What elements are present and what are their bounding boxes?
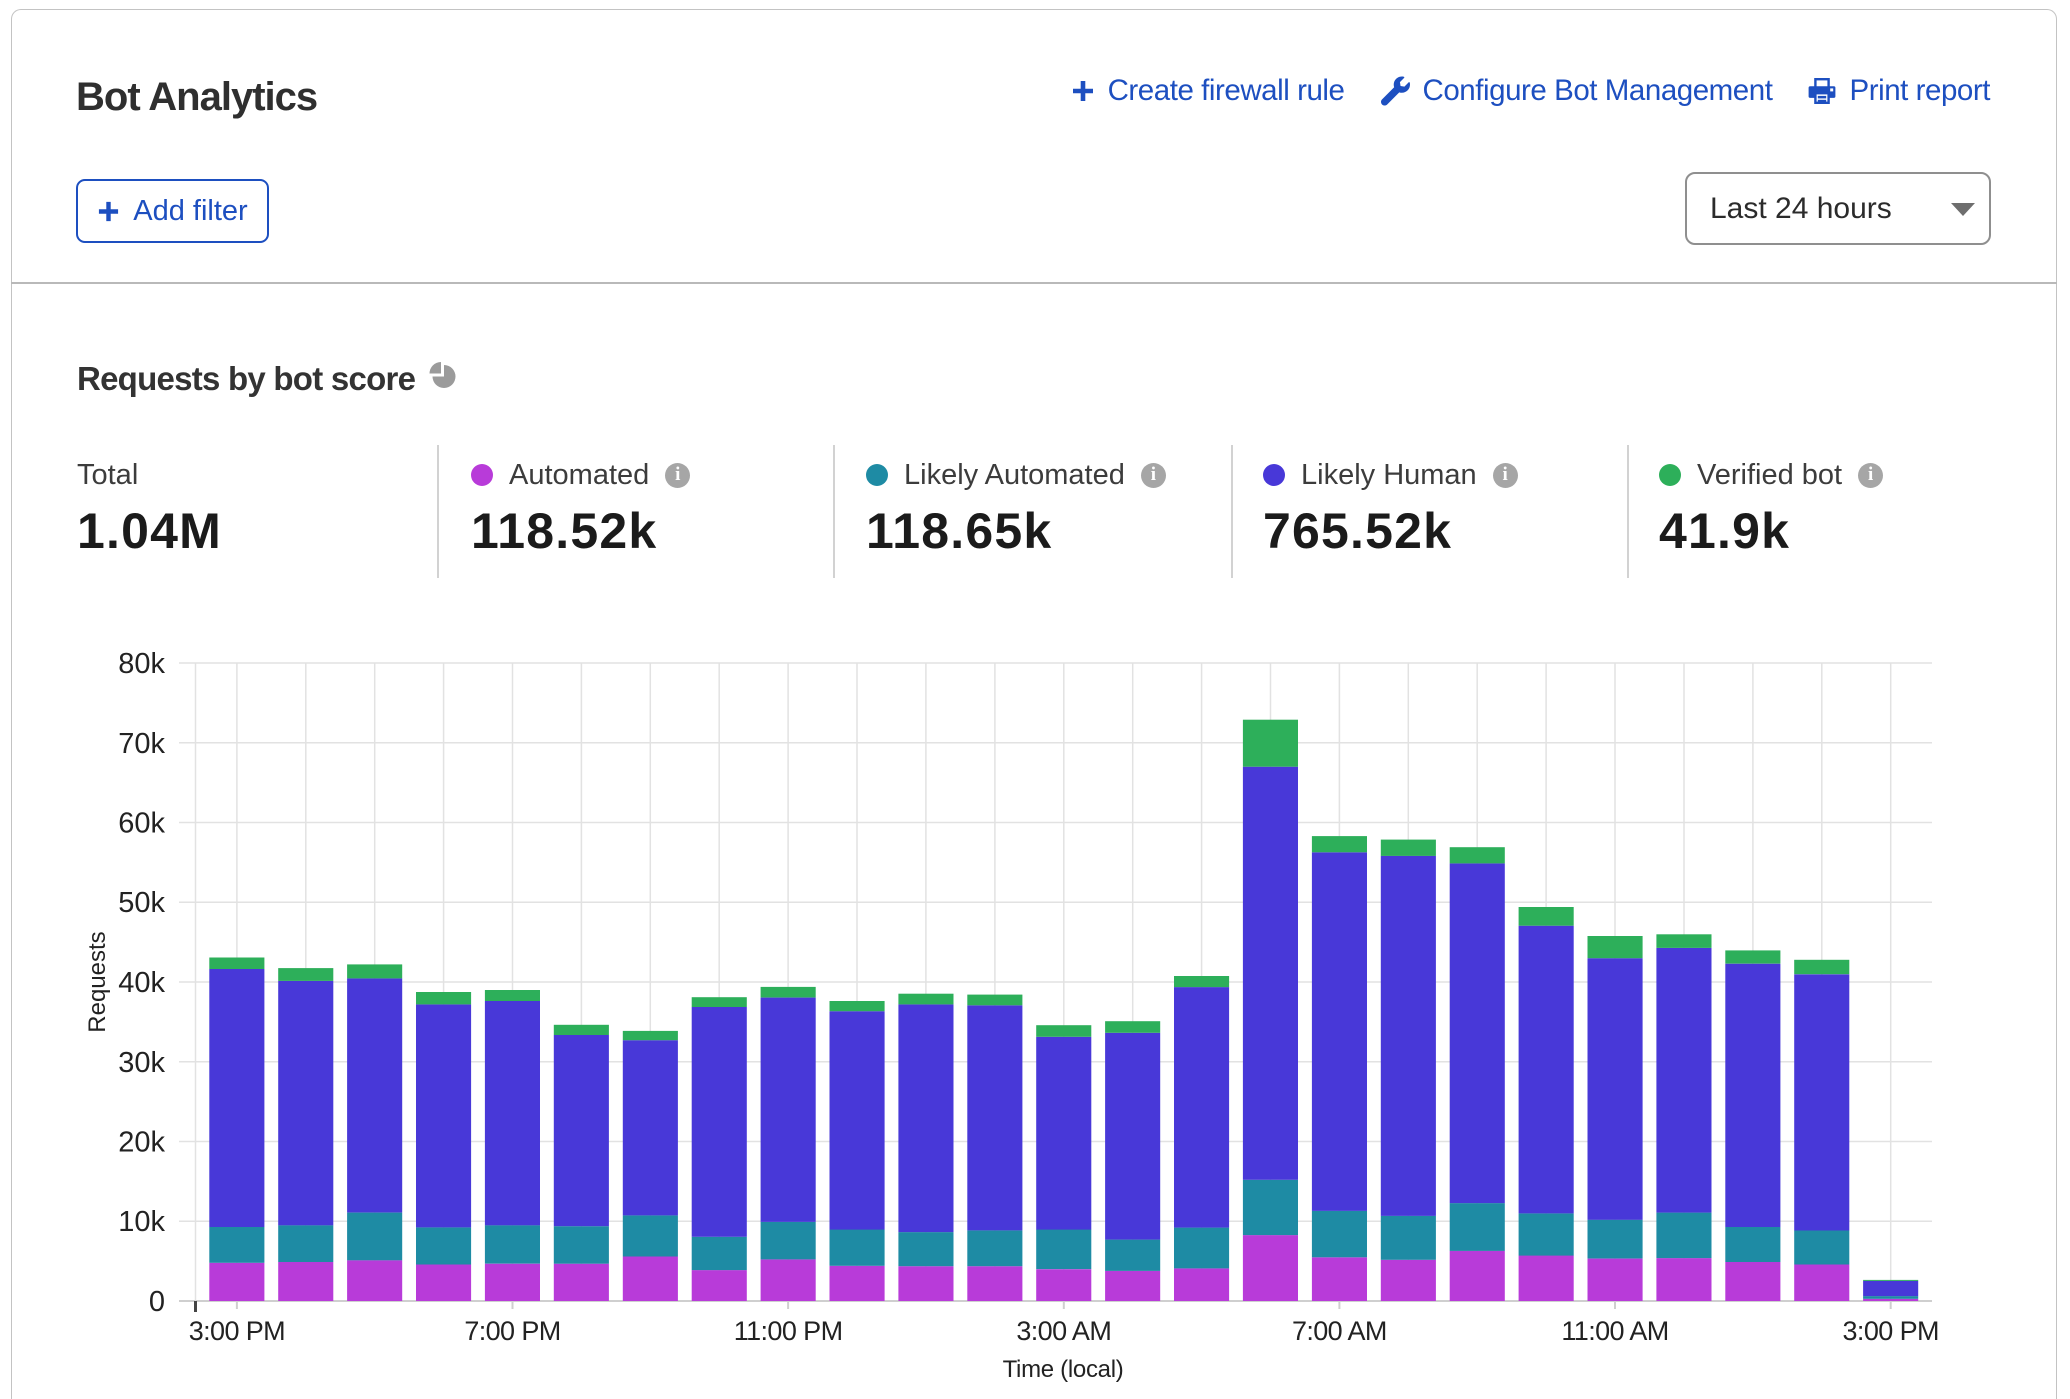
svg-text:7:00 AM: 7:00 AM xyxy=(1292,1316,1387,1346)
svg-text:11:00 PM: 11:00 PM xyxy=(734,1316,843,1346)
svg-text:80k: 80k xyxy=(118,648,165,680)
svg-text:20k: 20k xyxy=(118,1127,165,1159)
svg-text:40k: 40k xyxy=(118,967,165,999)
svg-text:60k: 60k xyxy=(118,808,165,840)
svg-text:3:00 PM: 3:00 PM xyxy=(1843,1316,1939,1346)
svg-text:7:00 PM: 7:00 PM xyxy=(464,1316,560,1346)
svg-text:10k: 10k xyxy=(118,1206,165,1238)
svg-text:70k: 70k xyxy=(118,728,165,760)
svg-text:Requests: Requests xyxy=(84,931,111,1032)
svg-text:Time (local): Time (local) xyxy=(1003,1356,1124,1383)
svg-text:11:00 AM: 11:00 AM xyxy=(1561,1316,1668,1346)
svg-text:0: 0 xyxy=(149,1286,165,1318)
svg-text:3:00 AM: 3:00 AM xyxy=(1016,1316,1111,1346)
svg-text:3:00 PM: 3:00 PM xyxy=(189,1316,285,1346)
svg-text:30k: 30k xyxy=(118,1047,165,1079)
svg-text:50k: 50k xyxy=(118,887,165,919)
